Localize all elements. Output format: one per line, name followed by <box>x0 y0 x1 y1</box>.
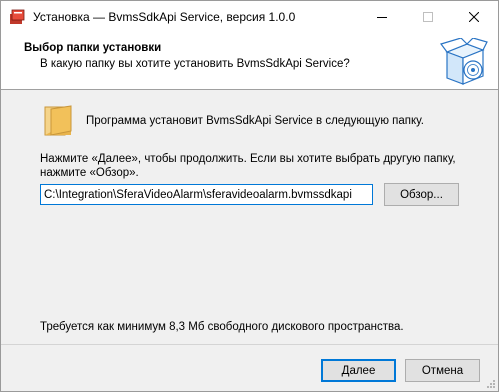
minimize-icon <box>377 16 387 18</box>
next-button[interactable]: Далее <box>321 359 396 382</box>
close-button[interactable] <box>451 1 497 32</box>
instruction-line-2: нажмите «Обзор». <box>40 167 139 179</box>
instruction-text: Нажмите «Далее», чтобы продолжить. Если … <box>40 152 470 180</box>
page-title: Выбор папки установки <box>24 42 162 54</box>
maximize-icon <box>423 11 433 22</box>
wizard-body: Программа установит BvmsSdkApi Service в… <box>1 91 498 345</box>
maximize-button <box>405 1 451 32</box>
browse-button[interactable]: Обзор... <box>384 183 459 206</box>
wizard-header: Выбор папки установки В какую папку вы х… <box>1 32 498 90</box>
folder-icon <box>44 105 72 136</box>
window-title: Установка — BvmsSdkApi Service, версия 1… <box>33 10 296 24</box>
disk-space-text: Требуется как минимум 8,3 Мб свободного … <box>40 321 404 333</box>
page-subtitle: В какую папку вы хотите установить BvmsS… <box>40 58 350 70</box>
instruction-line-1: Нажмите «Далее», чтобы продолжить. Если … <box>40 153 456 165</box>
close-icon <box>469 11 479 22</box>
minimize-button[interactable] <box>359 1 405 32</box>
installer-app-icon <box>10 9 25 24</box>
setup-box-icon <box>440 38 488 85</box>
installer-window: Установка — BvmsSdkApi Service, версия 1… <box>0 0 499 392</box>
intro-text: Программа установит BvmsSdkApi Service в… <box>86 115 424 127</box>
wizard-footer: Далее Отмена <box>1 344 498 391</box>
resize-grip-icon[interactable] <box>486 379 496 389</box>
cancel-button[interactable]: Отмена <box>405 359 480 382</box>
install-path-input[interactable] <box>40 184 373 205</box>
title-bar[interactable]: Установка — BvmsSdkApi Service, версия 1… <box>1 1 498 32</box>
